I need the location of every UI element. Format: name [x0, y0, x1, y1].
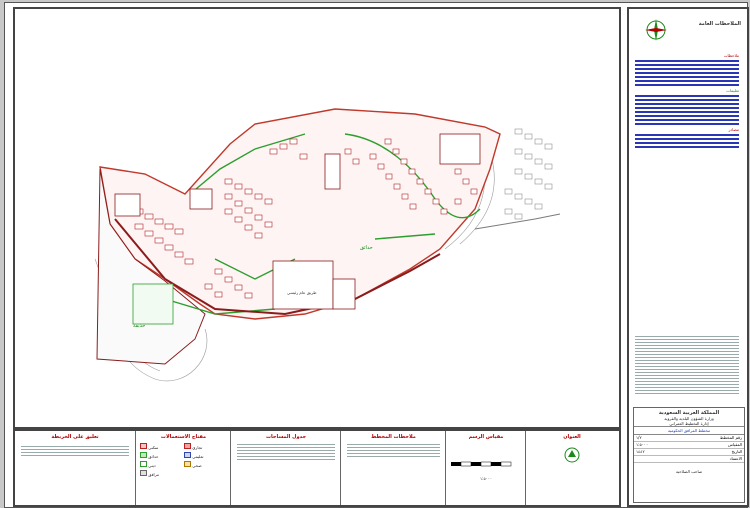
- legend-col-uses: مفتاح الاستعمالات سكني تجاري حدائق تعليم…: [135, 431, 231, 505]
- notes-title: الملاحظات العامة: [698, 21, 741, 27]
- existing-blocks: [504, 128, 553, 220]
- legend-col-title: جدول المساحات: [265, 434, 307, 440]
- legend-col-comments: تعليق على الخريطة: [15, 431, 135, 505]
- drawing-sheet: حدائق حديقة طريق عام رئيسي الملاحظات الع…: [4, 2, 749, 508]
- approval-footer: صاحب الصلاحية: [675, 469, 703, 474]
- notes-heading: تعليمات: [726, 88, 739, 93]
- scale-text: ١:٥٠٠٠: [479, 476, 493, 481]
- legend-item: صحي: [184, 461, 226, 468]
- side-panel: الملاحظات العامة ملاحظات تعليمات مصادر ا…: [627, 7, 749, 507]
- legend-col-title: تعليق على الخريطة: [51, 434, 99, 440]
- title-row: ١٤٤٢ التاريخ: [634, 449, 744, 456]
- notes-block: ملاحظات تعليمات مصادر: [635, 53, 739, 150]
- area-label: حدائق: [360, 245, 373, 251]
- legend-col-title: ملاحظات المخطط: [371, 434, 416, 440]
- legend-item: تجاري: [184, 443, 226, 450]
- title-block: المملكة العربية السعودية وزارة الشؤون ال…: [633, 407, 745, 503]
- logo-icon: [564, 447, 580, 463]
- legend-col-title: مقياس الرسم: [468, 434, 504, 440]
- legend-col-scale: مقياس الرسم ١:٥٠٠٠: [445, 431, 526, 505]
- legend-item: مرافق: [140, 470, 182, 477]
- blank-notes-area: [635, 334, 739, 396]
- map-frame: حدائق حديقة طريق عام رئيسي: [13, 7, 621, 429]
- site-plan-map: حدائق حديقة طريق عام رئيسي: [94, 108, 561, 382]
- legend-item: ديني: [140, 461, 182, 468]
- legend-col-plan-notes: ملاحظات المخطط: [340, 431, 446, 505]
- legend-item: حدائق: [140, 452, 182, 459]
- legend-col-title: العنوان: [563, 434, 581, 440]
- title-row: ١:٥٠٠٠ المقياس: [634, 442, 744, 449]
- north-arrow-icon: [645, 19, 667, 41]
- legend-col-title: العنوان: [525, 431, 618, 505]
- notes-heading: مصادر: [728, 127, 739, 132]
- area-label: حديقة: [133, 323, 145, 329]
- notes-heading: ملاحظات: [723, 53, 739, 58]
- legend-item: تعليمي: [184, 452, 226, 459]
- legend-item: سكني: [140, 443, 182, 450]
- legend-col-areas: جدول المساحات: [230, 431, 341, 505]
- title-row: الاعتماد: [634, 456, 744, 463]
- title-row: ١/٢ رقم المخطط: [634, 435, 744, 442]
- project-name: مخطط المرافق الحكومية: [634, 427, 744, 435]
- legend-strip: تعليق على الخريطة مفتاح الاستعمالات سكني…: [13, 429, 621, 507]
- area-label: طريق عام رئيسي: [287, 290, 317, 295]
- scale-bar-icon: [451, 461, 512, 467]
